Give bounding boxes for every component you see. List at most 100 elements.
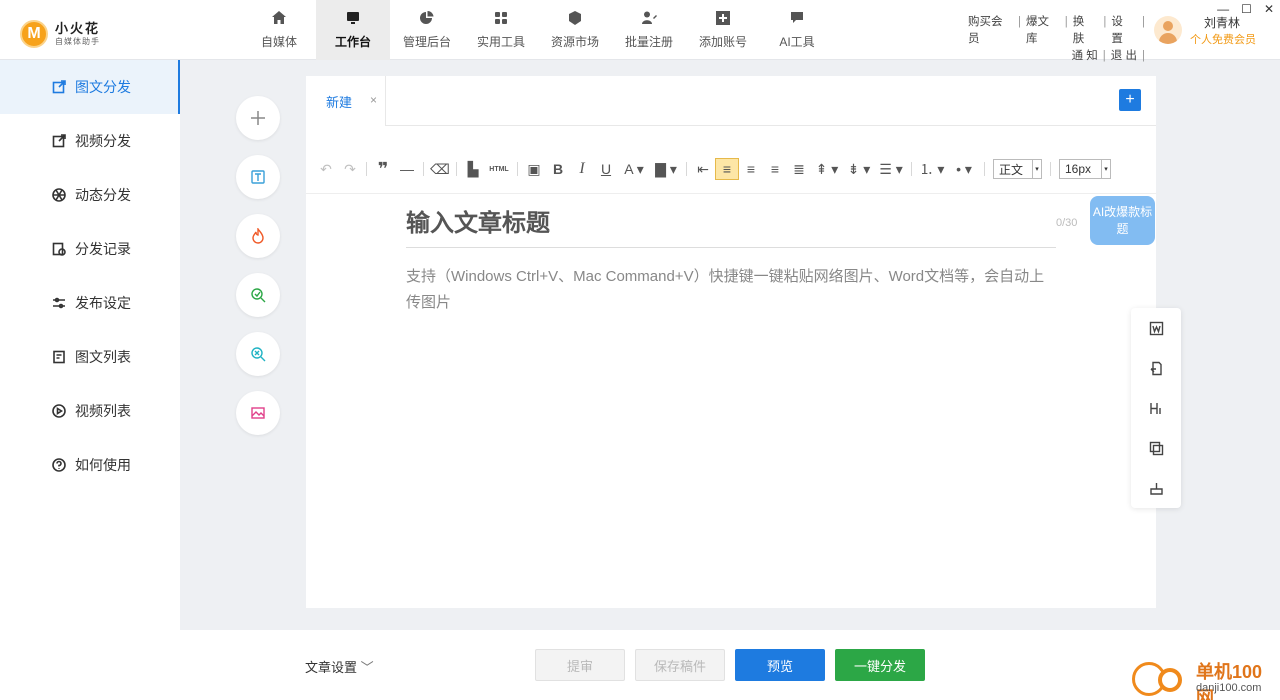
add-tab-button[interactable]: + xyxy=(1119,89,1141,111)
paragraph-format-select[interactable]: 正文 ▾ xyxy=(993,159,1042,179)
logout-link[interactable]: 退 出 xyxy=(1111,48,1137,65)
quote-icon[interactable]: ❞ xyxy=(371,158,395,180)
line-height-icon[interactable]: ☰ ▾ xyxy=(875,158,907,180)
import-word-button[interactable] xyxy=(1131,308,1181,348)
bold-icon[interactable]: B xyxy=(546,158,570,180)
italic-icon[interactable]: I xyxy=(570,158,594,180)
tab-label: 新建 xyxy=(326,94,353,110)
user-level[interactable]: 个人免费会员 xyxy=(1190,31,1256,47)
sidebar-item-video-share[interactable]: 视频分发 xyxy=(0,114,180,168)
sidebar-item-publish-settings[interactable]: 发布设定 xyxy=(0,276,180,330)
text-tool-button[interactable] xyxy=(236,155,280,199)
save-draft-button[interactable]: 保存稿件 xyxy=(635,649,725,681)
sidebar-item-label: 发布设定 xyxy=(75,295,131,311)
font-color-icon[interactable]: A ▾ xyxy=(618,158,650,180)
text-icon xyxy=(251,170,265,184)
preview-button[interactable]: 预览 xyxy=(735,649,825,681)
add-icon xyxy=(251,111,265,125)
app-name: 小火花 xyxy=(55,21,101,36)
scan-tool-button[interactable] xyxy=(236,332,280,376)
font-size-select[interactable]: 16px ▾ xyxy=(1059,159,1111,179)
hot-library-link[interactable]: 爆文库 xyxy=(1026,14,1060,48)
align-right-icon[interactable]: ≡ xyxy=(763,158,787,180)
article-settings-toggle[interactable]: 文章设置 ﹀ xyxy=(305,657,374,676)
align-left-icon[interactable]: ≡ xyxy=(715,158,739,180)
underline-icon[interactable]: U xyxy=(594,158,618,180)
hot-tool-button[interactable] xyxy=(236,214,280,258)
outdent-icon[interactable]: ⇤ xyxy=(691,158,715,180)
eraser-icon[interactable]: ⌫ xyxy=(428,158,452,180)
nav-ai-tools[interactable]: AI工具 xyxy=(760,0,834,60)
ordered-list-icon[interactable]: ⒈ ▾ xyxy=(916,158,948,180)
sidebar-item-dynamic-share[interactable]: 动态分发 xyxy=(0,168,180,222)
nav-label: 添加账号 xyxy=(698,35,747,49)
tab-close-icon[interactable]: × xyxy=(370,93,377,107)
convert-icon xyxy=(1150,361,1162,375)
record-icon xyxy=(52,242,66,256)
stamp-button[interactable] xyxy=(1131,468,1181,508)
sidebar-item-image-text-list[interactable]: 图文列表 xyxy=(0,330,180,384)
sidebar-item-image-text-share[interactable]: 图文分发 xyxy=(0,60,180,114)
horizontal-rule-icon[interactable]: — xyxy=(395,158,419,180)
spacing-before-icon[interactable]: ⇞ ▾ xyxy=(811,158,843,180)
cube-icon xyxy=(569,11,581,25)
sliders-icon xyxy=(53,297,65,309)
nav-workbench[interactable]: 工作台 xyxy=(316,0,390,60)
editor-toolbar: ↶ ↷ ❞ — ⌫ ▙ HTML ▣ B I U A ▾ ▇ ▾ ⇤ ≡ ≡ ≡… xyxy=(314,158,1115,180)
nav-admin[interactable]: 管理后台 xyxy=(390,0,464,60)
unordered-list-icon[interactable]: • ▾ xyxy=(948,158,980,180)
nav-market[interactable]: 资源市场 xyxy=(538,0,612,60)
insert-image-icon[interactable]: ▣ xyxy=(522,158,546,180)
spacing-after-icon[interactable]: ⇟ ▾ xyxy=(843,158,875,180)
watermark-url: danji100.com xyxy=(1196,682,1262,694)
undo-icon[interactable]: ↶ xyxy=(314,158,338,180)
image-tool-button[interactable] xyxy=(236,391,280,435)
question-icon xyxy=(52,458,66,472)
word-icon xyxy=(1149,321,1163,335)
tab-new[interactable]: 新建 × xyxy=(306,76,386,126)
align-center-icon[interactable]: ≡ xyxy=(739,158,763,180)
nav-tools[interactable]: 实用工具 xyxy=(464,0,538,60)
app-logo: M 小火花 自媒体助手 xyxy=(20,20,100,48)
video-share-icon xyxy=(52,134,66,148)
settings-link[interactable]: 设 置 xyxy=(1111,14,1137,48)
buy-member-link[interactable]: 购买会员 xyxy=(968,14,1013,48)
html-icon[interactable]: HTML xyxy=(485,158,513,180)
heading-button[interactable] xyxy=(1131,388,1181,428)
submit-review-button[interactable]: 提审 xyxy=(535,649,625,681)
format-painter-icon[interactable]: ▙ xyxy=(461,158,485,180)
notice-link[interactable]: 通 知 xyxy=(1072,48,1098,65)
sidebar-item-label: 分发记录 xyxy=(75,241,131,257)
aperture-icon xyxy=(52,188,66,202)
nav-self-media[interactable]: 自媒体 xyxy=(242,0,316,60)
refresh-search-tool-button[interactable] xyxy=(236,273,280,317)
top-links: 购买会员 | 爆文库 | 换 肤 | 设 置 | 通 知 | 退 出 | xyxy=(968,14,1150,65)
nav-label: 批量注册 xyxy=(624,35,673,49)
paragraph-format-value: 正文 xyxy=(999,162,1024,177)
minimize-button[interactable]: — xyxy=(1217,2,1229,16)
article-body-editor[interactable]: 支持（Windows Ctrl+V、Mac Command+V）快捷键一键粘贴网… xyxy=(406,264,1056,316)
convert-button[interactable] xyxy=(1131,348,1181,388)
publish-all-button[interactable]: 一键分发 xyxy=(835,649,925,681)
align-justify-icon[interactable]: ≣ xyxy=(787,158,811,180)
sidebar-item-label: 图文列表 xyxy=(75,349,131,365)
nav-batch-register[interactable]: 批量注册 xyxy=(612,0,686,60)
redo-icon[interactable]: ↷ xyxy=(338,158,362,180)
sidebar-item-video-list[interactable]: 视频列表 xyxy=(0,384,180,438)
copy-button[interactable] xyxy=(1131,428,1181,468)
nav-add-account[interactable]: 添加账号 xyxy=(686,0,760,60)
nav-label: AI工具 xyxy=(779,35,815,49)
article-title-input[interactable] xyxy=(406,200,1056,248)
close-button[interactable]: ✕ xyxy=(1264,2,1274,16)
switch-skin-link[interactable]: 换 肤 xyxy=(1073,14,1099,48)
maximize-button[interactable]: ☐ xyxy=(1241,2,1252,16)
sidebar-item-how-to-use[interactable]: 如何使用 xyxy=(0,438,180,492)
avatar[interactable] xyxy=(1154,16,1182,44)
sidebar-item-share-record[interactable]: 分发记录 xyxy=(0,222,180,276)
highlight-icon[interactable]: ▇ ▾ xyxy=(650,158,682,180)
flame-icon xyxy=(252,228,264,244)
tool-column xyxy=(236,96,280,450)
ai-title-button[interactable]: AI改爆款标题 xyxy=(1090,196,1155,245)
article-settings-label: 文章设置 xyxy=(305,660,358,675)
add-tool-button[interactable] xyxy=(236,96,280,140)
